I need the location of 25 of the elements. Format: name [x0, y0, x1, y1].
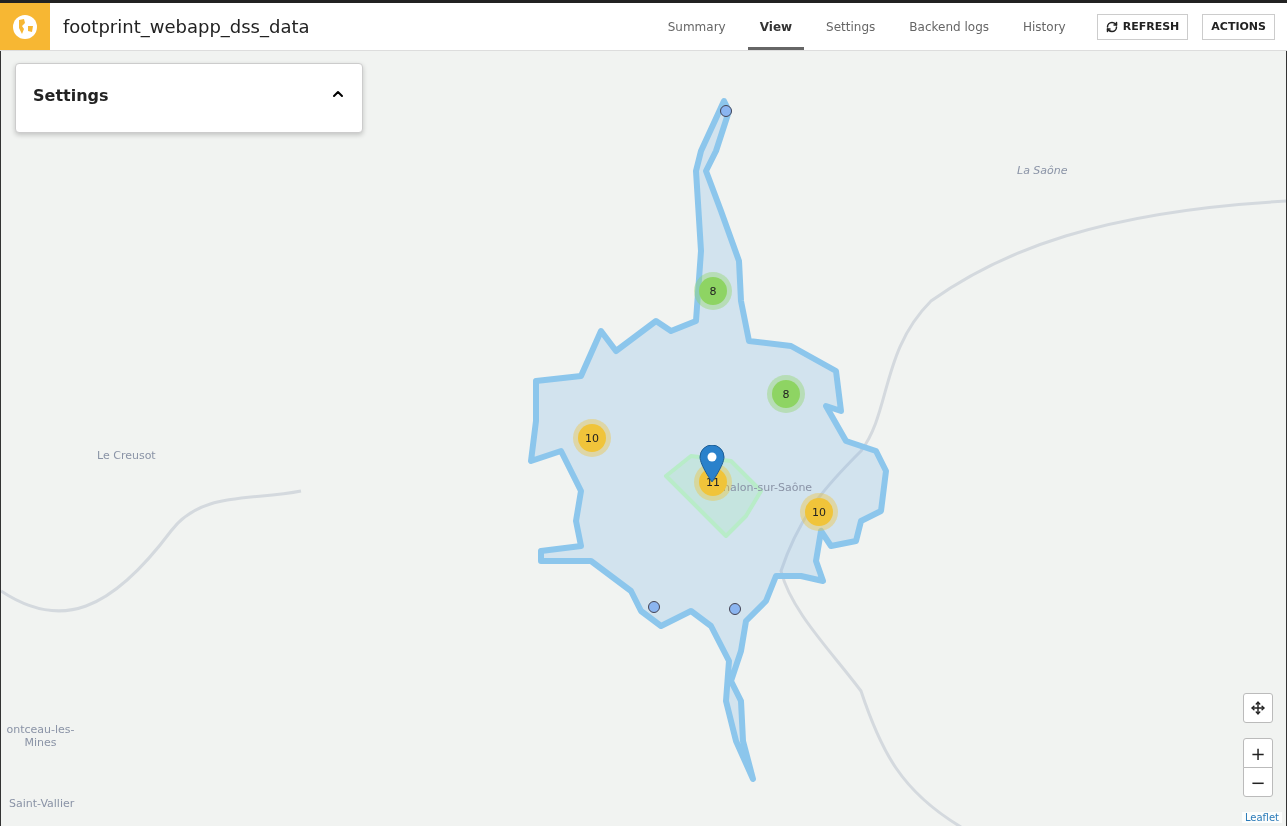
point-marker[interactable] [729, 603, 741, 615]
zoom-in-button[interactable]: + [1243, 738, 1273, 768]
refresh-icon [1105, 20, 1118, 33]
nav-tab[interactable]: Summary [655, 3, 738, 50]
marker-cluster[interactable]: 10 [805, 498, 833, 526]
place-label: La Saône [1017, 164, 1068, 178]
place-label: ontceau-les-Mines [5, 723, 76, 750]
zoom-out-button[interactable]: − [1243, 767, 1273, 797]
marker-cluster[interactable]: 10 [578, 424, 606, 452]
nav-tab[interactable]: History [1011, 3, 1078, 50]
webapp-title: footprint_webapp_dss_data [62, 15, 311, 40]
pan-button[interactable] [1243, 693, 1273, 723]
marker-cluster[interactable]: 8 [772, 380, 800, 408]
marker-cluster[interactable]: 8 [699, 277, 727, 305]
place-label: Le Creusot [97, 449, 156, 463]
panel-title: Settings [33, 86, 109, 105]
nav-tab[interactable]: Backend logs [897, 3, 1001, 50]
point-marker[interactable] [720, 105, 732, 117]
actions-button[interactable]: ACTIONS [1202, 13, 1275, 40]
move-icon [1251, 701, 1265, 715]
point-marker[interactable] [648, 601, 660, 613]
attribution-link[interactable]: Leaflet [1241, 812, 1282, 823]
nav-tab[interactable]: Settings [814, 3, 888, 50]
refresh-button[interactable]: REFRESH [1096, 13, 1189, 40]
place-label: Saint-Vallier [9, 797, 75, 811]
